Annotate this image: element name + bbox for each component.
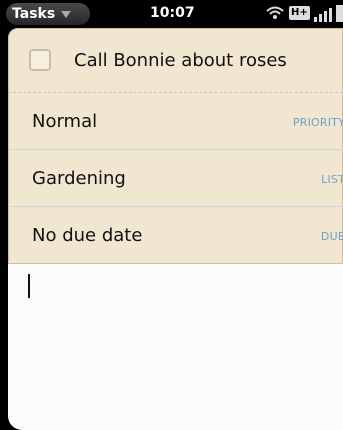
due-date-row[interactable]: No due date DUE	[8, 207, 343, 264]
priority-row[interactable]: Normal PRIORITY	[8, 93, 343, 150]
text-cursor	[28, 274, 30, 298]
priority-value: Normal	[32, 111, 98, 132]
app-menu-button[interactable]: Tasks	[6, 3, 90, 25]
task-card: Call Bonnie about roses Normal PRIORITY …	[8, 28, 343, 264]
network-type-badge: H+	[289, 6, 310, 20]
due-date-value: No due date	[32, 225, 143, 246]
notes-field[interactable]	[8, 264, 343, 430]
signal-strength-icon	[314, 5, 343, 22]
list-label: LIST	[321, 173, 343, 186]
task-complete-checkbox[interactable]	[29, 49, 51, 71]
list-value: Gardening	[32, 168, 126, 189]
task-title-row[interactable]: Call Bonnie about roses	[8, 28, 343, 93]
wifi-icon	[266, 6, 284, 19]
status-bar: Tasks 10:07 H+	[0, 0, 343, 28]
priority-label: PRIORITY	[292, 116, 343, 129]
task-title[interactable]: Call Bonnie about roses	[74, 50, 287, 71]
due-date-label: DUE	[320, 230, 343, 243]
list-row[interactable]: Gardening LIST	[8, 150, 343, 207]
clock: 10:07	[150, 5, 195, 21]
app-name: Tasks	[12, 6, 56, 22]
caret-down-icon	[61, 10, 72, 18]
